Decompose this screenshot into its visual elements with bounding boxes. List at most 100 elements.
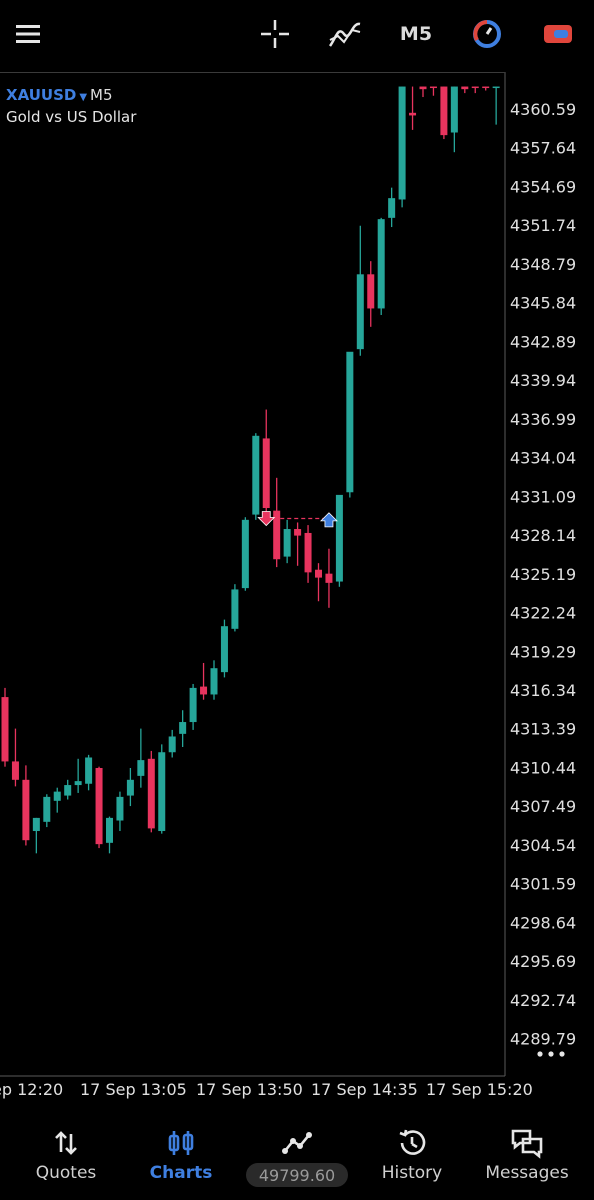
y-tick-label: 4342.89 (510, 332, 576, 351)
candle-body (200, 686, 208, 695)
candle-body (116, 796, 124, 821)
x-tick-label: ep 12:20 (0, 1080, 63, 1099)
candle-body (419, 86, 427, 90)
nav-trade[interactable] (238, 1115, 356, 1200)
y-tick-label: 4301.59 (510, 875, 576, 894)
candle-body (137, 760, 145, 776)
candle-body (32, 817, 40, 832)
candle-body (429, 86, 437, 89)
crosshair-icon[interactable] (255, 14, 295, 54)
candle-body (95, 767, 103, 845)
chart-switch-icon[interactable] (538, 14, 578, 54)
symbol-timeframe: M5 (90, 86, 113, 104)
y-tick-label: 4298.64 (510, 913, 576, 932)
buy-marker-icon (319, 512, 338, 528)
symbol-dropdown-icon[interactable]: ▼ (79, 92, 87, 103)
nav-history-label: History (381, 1163, 443, 1183)
y-tick-label: 4292.74 (510, 991, 576, 1010)
menu-icon[interactable] (10, 14, 46, 54)
y-tick-label: 4325.19 (510, 565, 576, 584)
candle-body (252, 435, 260, 515)
nav-charts[interactable]: Charts (122, 1115, 240, 1200)
bottom-nav: Quotes Charts History Messages (0, 1115, 594, 1200)
trade-icon[interactable] (467, 14, 507, 54)
more-dots-icon[interactable] (536, 1046, 566, 1060)
candle-body (43, 796, 51, 822)
x-tick-label: 17 Sep 15:20 (426, 1080, 533, 1099)
nav-messages[interactable]: Messages (468, 1115, 586, 1200)
quotes-icon (7, 1125, 125, 1161)
candle-body (450, 86, 458, 133)
y-tick-label: 4351.74 (510, 216, 576, 235)
charts-icon (122, 1125, 240, 1161)
y-tick-label: 4295.69 (510, 952, 576, 971)
x-tick-label: 17 Sep 14:35 (311, 1080, 418, 1099)
candle-body (356, 274, 364, 350)
candle-body (304, 532, 312, 573)
y-tick-label: 4331.09 (510, 487, 576, 506)
candle-body (85, 757, 93, 784)
candle-body (492, 86, 500, 89)
candle-body (231, 589, 239, 629)
candle-body (294, 529, 302, 536)
nav-quotes-label: Quotes (35, 1163, 97, 1183)
timeframe-button[interactable]: M5 (395, 14, 437, 54)
candle-body (11, 761, 19, 780)
candle-body (189, 687, 197, 723)
messages-icon (468, 1125, 586, 1161)
y-tick-label: 4316.34 (510, 681, 576, 700)
candle-body (1, 697, 9, 762)
candle-body (179, 722, 187, 734)
candle-body (440, 86, 448, 136)
symbol-ticker[interactable]: XAUUSD (6, 86, 76, 104)
candle-body (335, 494, 343, 582)
candle-body (22, 779, 30, 841)
candle-body (398, 86, 406, 200)
x-tick-label: 17 Sep 13:05 (80, 1080, 187, 1099)
x-tick-label: 17 Sep 13:50 (196, 1080, 303, 1099)
y-tick-label: 4354.69 (510, 177, 576, 196)
y-tick-label: 4313.39 (510, 720, 576, 739)
y-tick-label: 4339.94 (510, 371, 576, 390)
nav-messages-label: Messages (485, 1163, 569, 1183)
candle-body (377, 219, 385, 309)
y-tick-label: 4328.14 (510, 526, 576, 545)
candlestick-chart[interactable]: 4360.59 4357.64 4354.69 4351.74 4348.79 4345.… (0, 72, 594, 1107)
candle-body (388, 198, 396, 218)
candle-body (53, 791, 61, 801)
candle-body (220, 626, 228, 673)
nav-quotes[interactable]: Quotes (7, 1115, 125, 1200)
chart-area[interactable]: 4360.59 4357.64 4354.69 4351.74 4348.79 4345.… (0, 72, 594, 1107)
symbol-header[interactable]: XAUUSD ▼ M5 (6, 86, 113, 104)
symbol-description: Gold vs US Dollar (6, 108, 137, 126)
indicators-icon[interactable] (325, 14, 365, 54)
trade-graph-icon (238, 1125, 356, 1161)
candle-body (64, 785, 72, 796)
candle-body (346, 351, 354, 493)
candle-body (461, 86, 469, 90)
y-tick-label: 4360.59 (510, 100, 576, 119)
top-toolbar: M5 (0, 0, 594, 70)
candle-body (315, 569, 322, 578)
y-tick-label: 4322.24 (510, 604, 576, 623)
history-icon (353, 1125, 471, 1161)
candle-body (210, 668, 218, 695)
nav-charts-label: Charts (149, 1163, 213, 1183)
candle-body (241, 519, 249, 589)
y-tick-label: 4310.44 (510, 758, 576, 777)
candle-body (106, 817, 113, 843)
y-tick-label: 4319.29 (510, 642, 576, 661)
y-tick-label: 4357.64 (510, 139, 576, 158)
y-tick-label: 4307.49 (510, 797, 576, 816)
y-tick-label: 4334.04 (510, 449, 576, 468)
candle-body (482, 86, 490, 89)
candle-body (471, 86, 479, 89)
balance-badge: 49799.60 (246, 1163, 348, 1187)
candle-body (158, 752, 166, 832)
candle-body (126, 779, 134, 796)
y-tick-label: 4336.99 (510, 410, 576, 429)
nav-history[interactable]: History (353, 1115, 471, 1200)
candle-body (367, 274, 375, 309)
y-tick-label: 4348.79 (510, 255, 576, 274)
candle-body (74, 781, 82, 786)
